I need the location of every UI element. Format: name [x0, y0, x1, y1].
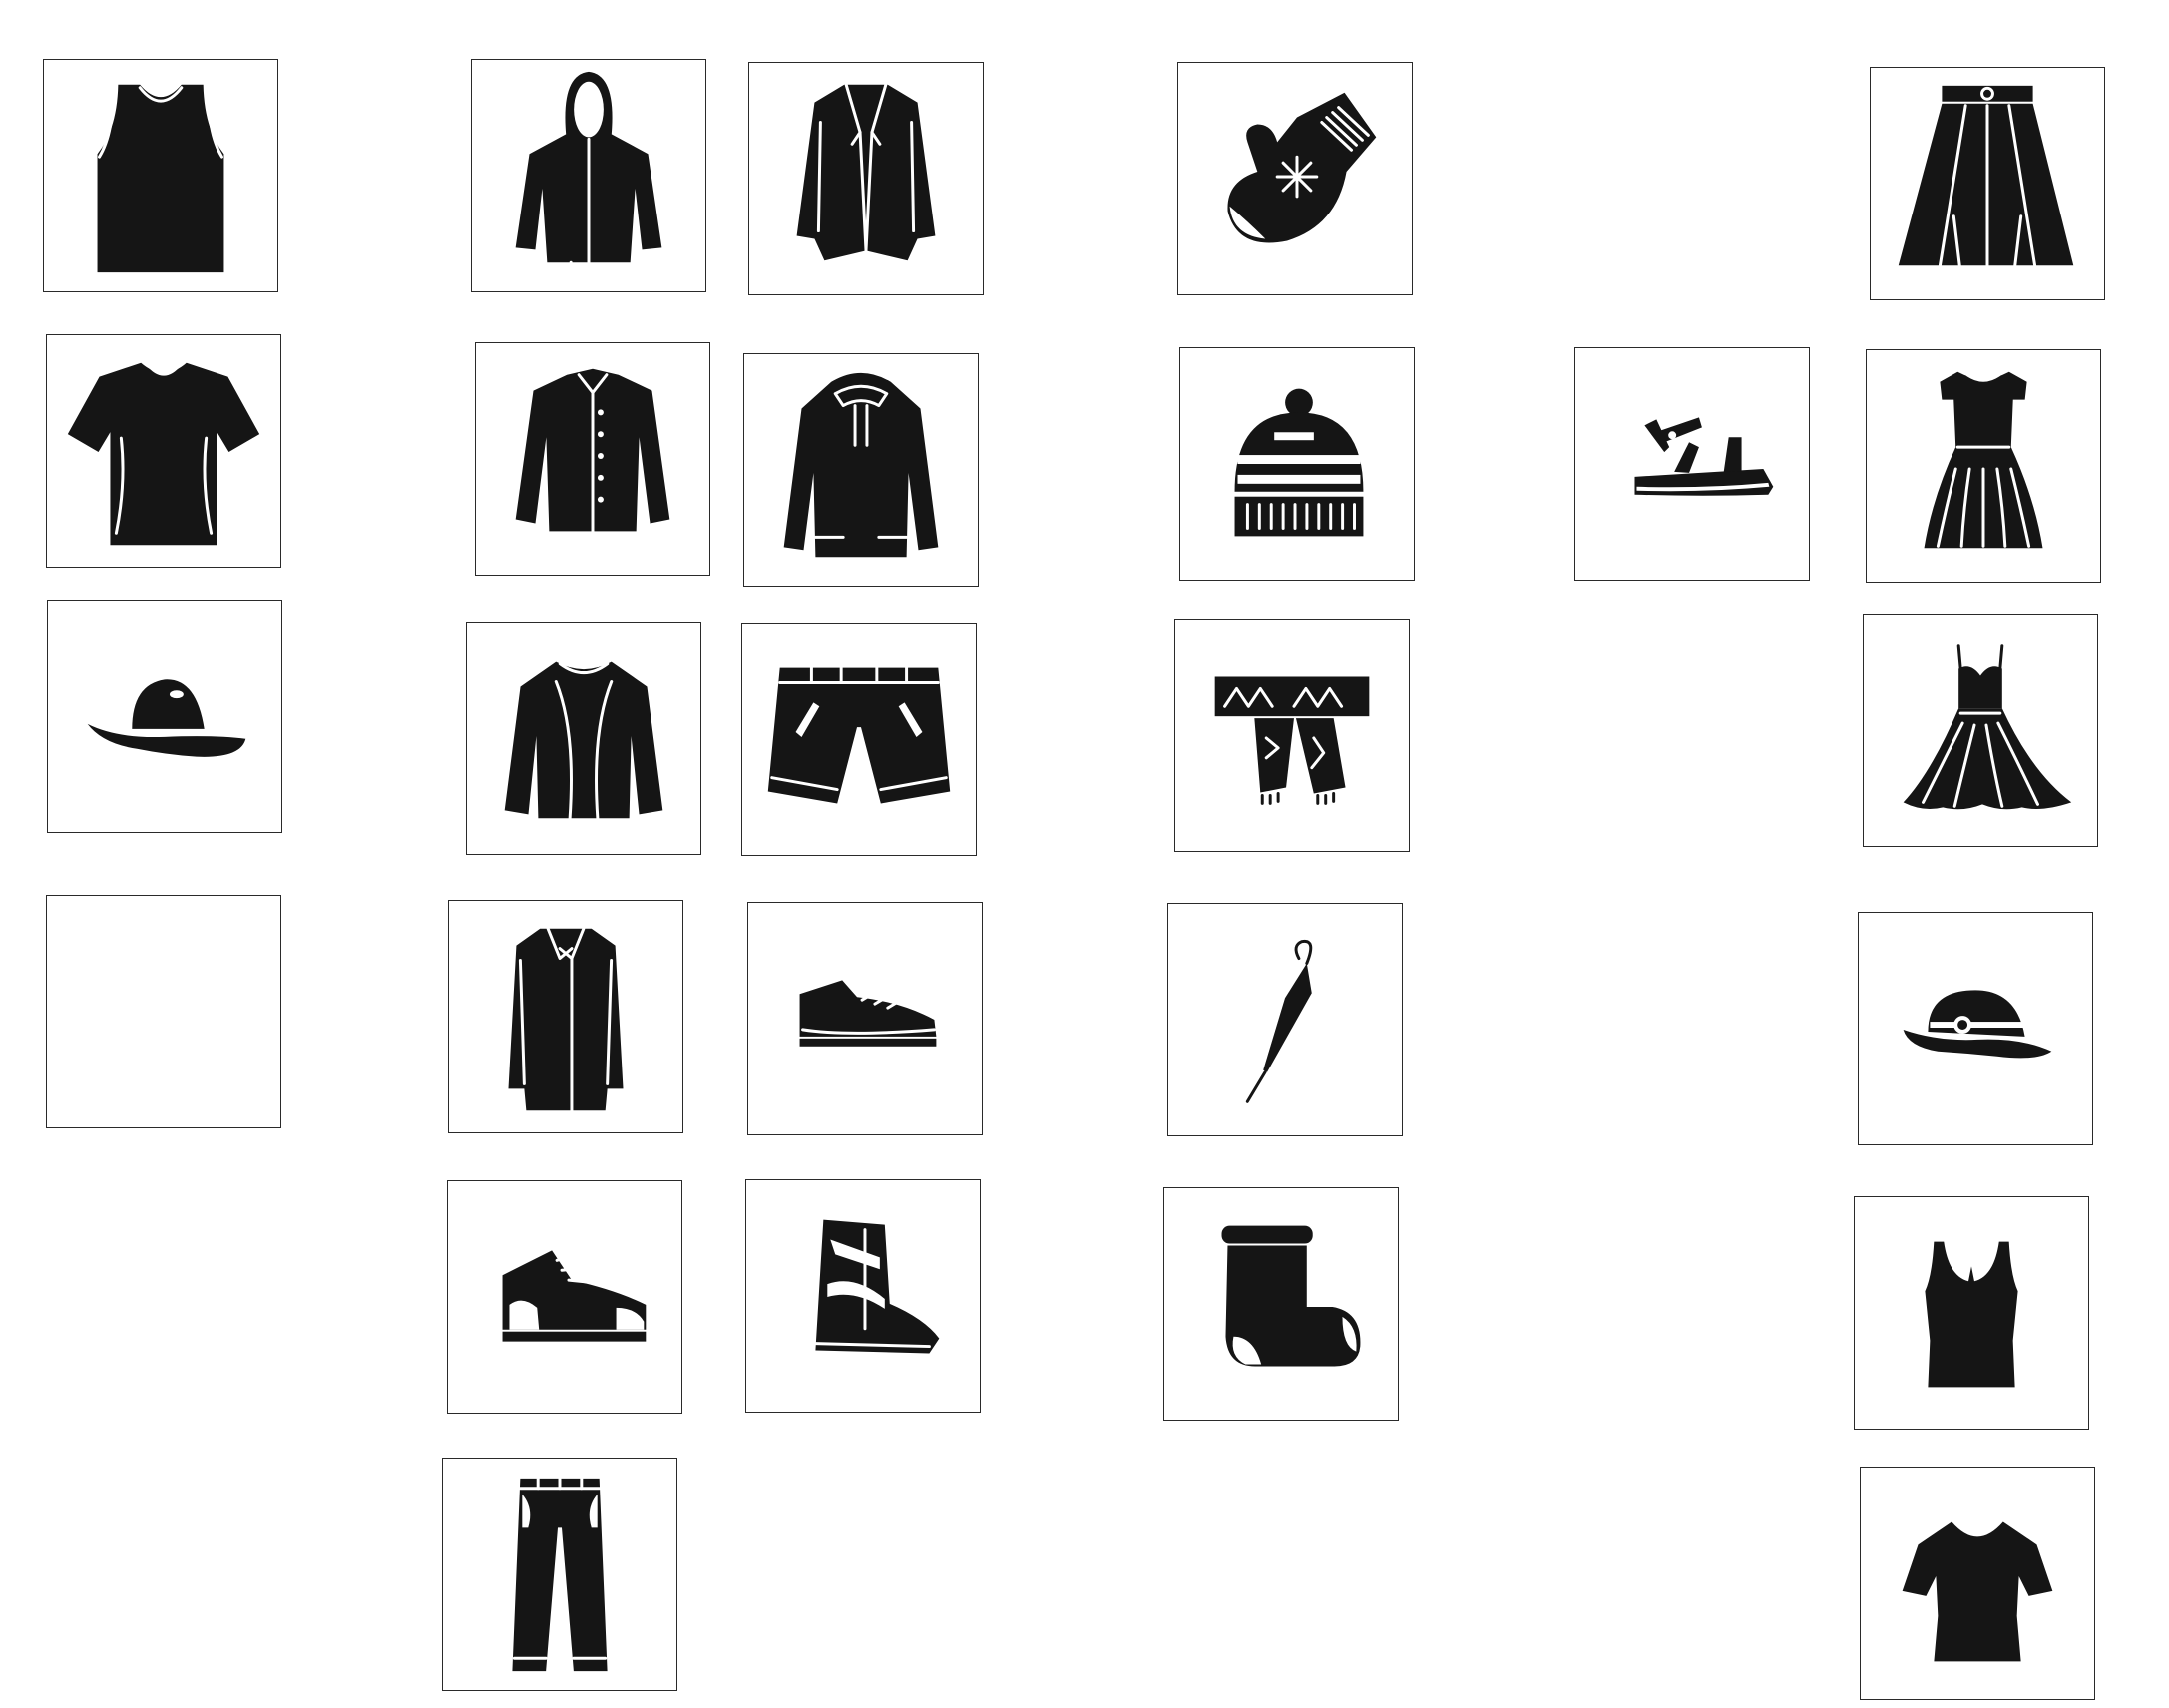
short-sleeve-dress-icon — [1924, 371, 2043, 549]
scarf-icon — [1214, 676, 1370, 805]
shorts-icon — [767, 666, 951, 804]
sandal-icon — [1634, 417, 1774, 496]
tile-skirt[interactable] — [1870, 67, 2105, 300]
hoodie-sweatshirt-icon — [783, 372, 939, 558]
tile-short-sleeve-dress[interactable] — [1866, 349, 2101, 583]
tile-button-shirt[interactable] — [475, 342, 710, 576]
tile-empty[interactable] — [46, 895, 281, 1128]
tile-women-t-shirt[interactable] — [1860, 1467, 2095, 1700]
long-coat-icon — [508, 927, 624, 1112]
umbrella-icon — [1245, 939, 1313, 1103]
tile-scarf[interactable] — [1174, 619, 1410, 852]
tile-t-shirt[interactable] — [46, 334, 281, 568]
women-t-shirt-icon — [1902, 1521, 2053, 1662]
tile-evening-dress[interactable] — [1863, 614, 2098, 847]
fedora-hat-icon — [1903, 990, 2052, 1059]
tile-fedora-hat[interactable] — [1858, 912, 2093, 1145]
sock-icon — [1221, 1225, 1361, 1367]
tile-hooded-jacket[interactable] — [471, 59, 706, 292]
tile-sock[interactable] — [1163, 1187, 1399, 1421]
hooded-jacket-icon — [515, 71, 662, 271]
sweater-icon — [504, 661, 663, 820]
button-shirt-icon — [515, 368, 670, 533]
tile-sandal[interactable] — [1574, 347, 1810, 581]
cowboy-hat-icon — [87, 679, 246, 757]
tile-shorts[interactable] — [741, 623, 977, 856]
t-shirt-icon — [67, 362, 260, 546]
mitten-icon — [1227, 92, 1377, 243]
snowboard-boot-icon — [813, 1219, 940, 1354]
tile-umbrella[interactable] — [1167, 903, 1403, 1136]
tile-mitten[interactable] — [1177, 62, 1413, 295]
tile-beanie-hat[interactable] — [1179, 347, 1415, 581]
tile-long-coat[interactable] — [448, 900, 683, 1133]
women-tank-top-icon — [1925, 1241, 2018, 1388]
beanie-hat-icon — [1234, 388, 1364, 537]
tile-high-top-sneaker[interactable] — [447, 1180, 682, 1414]
high-top-sneaker-icon — [502, 1250, 647, 1342]
evening-dress-icon — [1903, 644, 2072, 810]
tile-jeans[interactable] — [442, 1458, 677, 1691]
tile-sweater[interactable] — [466, 622, 701, 855]
running-shoe-icon — [799, 980, 937, 1047]
tile-hoodie-sweatshirt[interactable] — [743, 353, 979, 587]
tank-top-icon — [97, 84, 224, 273]
skirt-icon — [1898, 85, 2074, 267]
tile-snowboard-boot[interactable] — [745, 1179, 981, 1413]
tile-tank-top[interactable] — [43, 59, 278, 292]
tile-running-shoe[interactable] — [747, 902, 983, 1135]
tile-women-tank-top[interactable] — [1854, 1196, 2089, 1430]
blazer-icon — [796, 83, 936, 261]
jeans-icon — [512, 1477, 608, 1672]
tile-blazer[interactable] — [748, 62, 984, 295]
tile-cowboy-hat[interactable] — [47, 600, 282, 833]
